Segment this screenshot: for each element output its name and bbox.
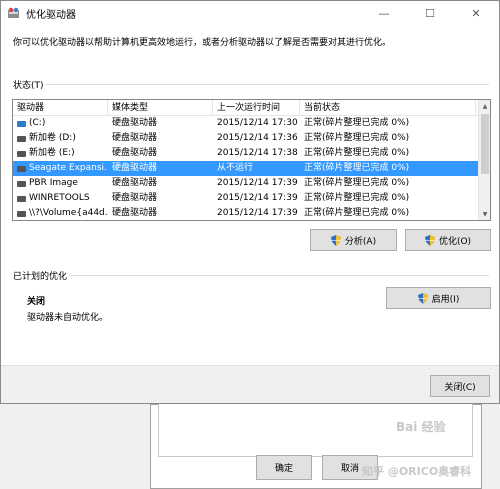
media-type-cell: 硬盘驱动器: [112, 208, 158, 218]
drive-row[interactable]: (C:) 硬盘驱动器 2015/12/14 17:30 正常(碎片整理已完成 0%): [13, 116, 490, 131]
scheduled-optimization-label: 已计划的优化: [13, 272, 68, 282]
drive-name: 新加卷 (D:): [29, 133, 76, 143]
status-divider: [45, 84, 489, 85]
current-status-cell: 正常(碎片整理已完成 0%): [304, 148, 410, 158]
schedule-state: 关闭: [27, 297, 46, 307]
scheduled-divider: [71, 275, 489, 276]
drive-name-cell: (C:): [13, 116, 108, 131]
description-text: 你可以优化驱动器以帮助计算机更高效地运行，或者分析驱动器以了解是否需要对其进行优…: [13, 38, 392, 48]
current-status-cell: 正常(碎片整理已完成 0%): [304, 208, 410, 218]
column-last-run[interactable]: 上一次运行时间: [213, 100, 300, 115]
column-drive[interactable]: 驱动器: [13, 100, 108, 115]
last-run-cell: 2015/12/14 17:39: [217, 208, 298, 218]
drive-list-scrollbar[interactable]: ▲ ▼: [478, 100, 490, 220]
enable-button-label: 启用(I): [431, 294, 460, 305]
scroll-down-icon[interactable]: ▼: [479, 208, 490, 220]
drive-name: PBR Image: [29, 178, 78, 188]
drive-icon: [17, 180, 26, 187]
column-current-status[interactable]: 当前状态: [300, 100, 476, 115]
maximize-button[interactable]: ☐: [407, 1, 453, 25]
drive-name-cell: Seagate Expansi...: [13, 161, 108, 176]
drive-name-cell: WINRETOOLS: [13, 191, 108, 206]
last-run-cell: 2015/12/14 17:38: [217, 148, 298, 158]
status-label: 状态(T): [13, 81, 44, 91]
current-status-cell: 正常(碎片整理已完成 0%): [304, 193, 410, 203]
drive-name-cell: PBR Image: [13, 176, 108, 191]
drive-icon: [17, 150, 26, 157]
current-status-cell: 正常(碎片整理已完成 0%): [304, 163, 410, 173]
drive-icon: [17, 210, 26, 217]
drive-row[interactable]: WINRETOOLS 硬盘驱动器 2015/12/14 17:39 正常(碎片整理已完…: [13, 191, 490, 206]
drive-name: (C:): [29, 118, 46, 128]
uac-shield-icon: [424, 234, 435, 246]
media-type-cell: 硬盘驱动器: [112, 148, 158, 158]
drive-row[interactable]: \\?\Volume{a44d... 硬盘驱动器 2015/12/14 17:39 正…: [13, 206, 490, 220]
zhihu-watermark: 知乎 @ORICO奥睿科: [362, 465, 472, 478]
minimize-button[interactable]: —: [361, 1, 407, 25]
last-run-cell: 2015/12/14 17:36: [217, 133, 298, 143]
uac-shield-icon: [417, 292, 428, 304]
optimize-button[interactable]: 优化(O): [405, 229, 491, 251]
last-run-cell: 2015/12/14 17:30: [217, 118, 298, 128]
drive-icon: [17, 165, 26, 172]
drive-list-header: 驱动器 媒体类型 上一次运行时间 当前状态: [13, 100, 490, 116]
analyze-button[interactable]: 分析(A): [310, 229, 397, 251]
optimize-button-label: 优化(O): [438, 236, 472, 247]
media-type-cell: 硬盘驱动器: [112, 178, 158, 188]
background-ok-button[interactable]: 确定: [256, 455, 312, 480]
media-type-cell: 硬盘驱动器: [112, 133, 158, 143]
current-status-cell: 正常(碎片整理已完成 0%): [304, 118, 410, 128]
scroll-up-icon[interactable]: ▲: [479, 100, 490, 112]
uac-shield-icon: [330, 234, 341, 246]
close-window-button[interactable]: ✕: [453, 1, 499, 25]
drive-name: WINRETOOLS: [29, 193, 90, 203]
window-title: 优化驱动器: [26, 9, 76, 21]
last-run-cell: 从不运行: [217, 163, 254, 173]
optimize-drives-window: 优化驱动器 — ☐ ✕ 你可以优化驱动器以帮助计算机更高效地运行，或者分析驱动器…: [0, 0, 500, 404]
last-run-cell: 2015/12/14 17:39: [217, 193, 298, 203]
current-status-cell: 正常(碎片整理已完成 0%): [304, 133, 410, 143]
drive-name-cell: \\?\Volume{a44d...: [13, 206, 108, 220]
drive-list[interactable]: 驱动器 媒体类型 上一次运行时间 当前状态 (C:) 硬盘驱动器 2015/12/1…: [12, 99, 491, 221]
drive-row[interactable]: 新加卷 (D:) 硬盘驱动器 2015/12/14 17:36 正常(碎片整理已完成 …: [13, 131, 490, 146]
current-status-cell: 正常(碎片整理已完成 0%): [304, 178, 410, 188]
close-button[interactable]: 关闭(C): [430, 375, 490, 397]
drive-name: \\?\Volume{a44d...: [29, 208, 108, 218]
scroll-thumb[interactable]: [481, 114, 489, 174]
last-run-cell: 2015/12/14 17:39: [217, 178, 298, 188]
analyze-button-label: 分析(A): [344, 236, 377, 247]
media-type-cell: 硬盘驱动器: [112, 163, 158, 173]
media-type-cell: 硬盘驱动器: [112, 118, 158, 128]
drive-name: 新加卷 (E:): [29, 148, 75, 158]
drive-row[interactable]: PBR Image 硬盘驱动器 2015/12/14 17:39 正常(碎片整理已完成…: [13, 176, 490, 191]
title-bar: 优化驱动器 — ☐ ✕: [1, 1, 499, 25]
drive-name-cell: 新加卷 (E:): [13, 146, 108, 161]
drive-row[interactable]: 新加卷 (E:) 硬盘驱动器 2015/12/14 17:38 正常(碎片整理已完成 …: [13, 146, 490, 161]
enable-button[interactable]: 启用(I): [386, 287, 491, 309]
drive-name-cell: 新加卷 (D:): [13, 131, 108, 146]
bottom-button-bar: 关闭(C): [1, 365, 499, 403]
drive-row[interactable]: Seagate Expansi... 硬盘驱动器 从不运行 正常(碎片整理已完成 0%…: [13, 161, 490, 176]
drive-name: Seagate Expansi...: [29, 163, 108, 173]
system-drive-icon: [17, 120, 26, 127]
media-type-cell: 硬盘驱动器: [112, 193, 158, 203]
baidu-watermark: Bai 经验: [396, 420, 446, 434]
column-media-type[interactable]: 媒体类型: [108, 100, 213, 115]
schedule-detail: 驱动器未自动优化。: [27, 313, 109, 323]
defrag-app-icon: [7, 7, 20, 20]
close-button-label: 关闭(C): [444, 382, 476, 393]
drive-icon: [17, 135, 26, 142]
drive-icon: [17, 195, 26, 202]
